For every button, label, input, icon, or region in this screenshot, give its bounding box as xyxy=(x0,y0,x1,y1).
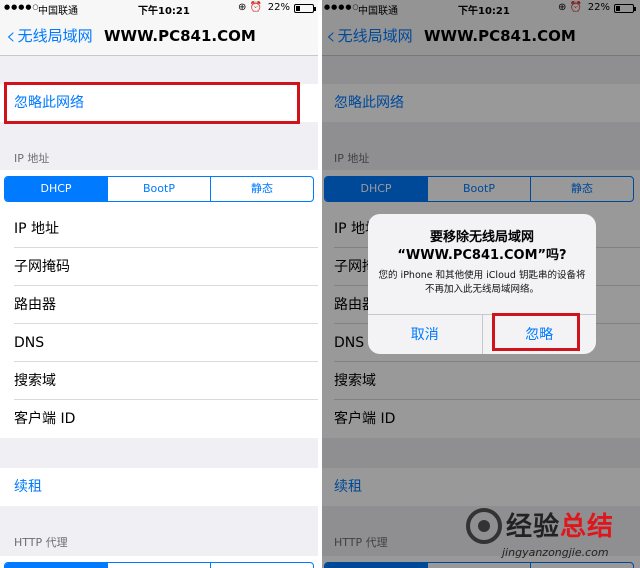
segment-static[interactable]: 静态 xyxy=(210,177,313,201)
http-proxy-row xyxy=(0,556,320,568)
time-label: 下午10:21 xyxy=(138,6,190,17)
watermark-logo-icon xyxy=(466,508,502,544)
row-subnet-mask: 子网掩码 xyxy=(0,248,320,286)
ip-mode-segmented-control: DHCP BootP 静态 xyxy=(4,176,314,202)
http-proxy-segmented-control xyxy=(4,562,314,568)
row-client-id: 客户端 ID xyxy=(0,400,320,438)
proxy-segment[interactable] xyxy=(5,563,107,568)
proxy-segment[interactable] xyxy=(210,563,313,568)
highlight-box xyxy=(4,82,300,124)
settings-screen-left: ●●●●○ 中国联通 下午10:21 ⊕ ⏰ 22% ‹ 无线局域网 WWW.P… xyxy=(0,0,320,568)
battery-percent: 22% xyxy=(267,2,290,13)
alert-cancel-button[interactable]: 取消 xyxy=(368,315,482,354)
battery-icon xyxy=(294,4,316,13)
row-dns: DNS xyxy=(0,324,320,362)
row-ip-address: IP 地址 xyxy=(0,210,320,248)
status-bar: ●●●●○ 中国联通 下午10:21 ⊕ ⏰ 22% xyxy=(0,0,320,17)
carrier-label: 中国联通 xyxy=(38,6,78,17)
segment-bootp[interactable]: BootP xyxy=(107,177,210,201)
renew-lease-button[interactable]: 续租 xyxy=(0,468,320,506)
segment-dhcp[interactable]: DHCP xyxy=(5,177,107,201)
chevron-left-icon: ‹ xyxy=(6,21,16,50)
row-search-domains: 搜索域 xyxy=(0,362,320,400)
navigation-bar: ‹ 无线局域网 WWW.PC841.COM xyxy=(0,16,320,56)
row-router: 路由器 xyxy=(0,286,320,324)
back-button[interactable]: ‹ 无线局域网 xyxy=(6,21,93,50)
page-title: WWW.PC841.COM xyxy=(104,27,256,45)
watermark-url: jingyanzongjie.com xyxy=(502,546,609,559)
ip-mode-row: DHCP BootP 静态 xyxy=(0,170,320,210)
status-icons: ⊕ ⏰ xyxy=(237,2,262,13)
back-label: 无线局域网 xyxy=(17,27,93,45)
watermark: 经验总结 jingyanzongjie.com xyxy=(466,506,632,564)
alert-message: 您的 iPhone 和其他使用 iCloud 钥匙串的设备将不再加入此无线局域网… xyxy=(378,270,586,295)
divider xyxy=(318,0,322,568)
alert-title-line2: “WWW.PC841.COM”吗? xyxy=(397,248,567,263)
alert-title-line1: 要移除无线局域网 xyxy=(429,230,534,245)
settings-screen-right: ●●●●○ 中国联通 下午10:21 ⊕ ⏰ 22% ‹ 无线局域网 WWW.P… xyxy=(320,0,640,568)
alert-title: 要移除无线局域网 “WWW.PC841.COM”吗? xyxy=(368,229,596,265)
signal-icon: ●●●●○ xyxy=(4,3,40,11)
watermark-title: 经验总结 xyxy=(506,512,615,542)
ip-section-header: IP 地址 xyxy=(14,152,50,165)
highlight-box xyxy=(492,313,580,351)
http-proxy-header: HTTP 代理 xyxy=(14,536,68,549)
proxy-segment[interactable] xyxy=(107,563,210,568)
